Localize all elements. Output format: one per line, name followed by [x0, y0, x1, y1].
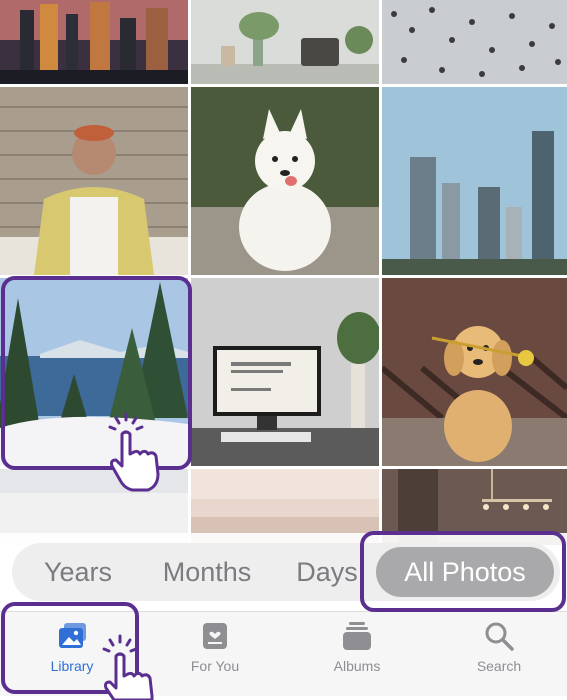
- photo-thumbnail-city-skyline-dusk[interactable]: [0, 0, 188, 84]
- photo-thumbnail-desk-monitor[interactable]: [191, 278, 379, 466]
- albums-stack-icon: [341, 620, 373, 652]
- photo-thumbnail-crowd-aerial[interactable]: [382, 0, 567, 84]
- pointing-hand-icon: [108, 412, 160, 492]
- tab-albums-label: Albums: [333, 658, 381, 674]
- photo-thumbnail-portrait-woman[interactable]: [0, 87, 188, 275]
- tab-for-you[interactable]: For You: [155, 612, 275, 696]
- photo-thumbnail-golden-retriever[interactable]: [382, 278, 567, 466]
- segment-all-photos[interactable]: All Photos: [376, 547, 554, 597]
- view-segmented-control: Years Months Days All Photos: [12, 543, 560, 601]
- photo-grid: [0, 0, 567, 545]
- segment-months[interactable]: Months: [148, 543, 266, 601]
- for-you-card-icon: [199, 620, 231, 652]
- photo-stack-icon: [56, 620, 88, 652]
- photo-thumbnail-white-dog[interactable]: [191, 87, 379, 275]
- magnifier-icon: [483, 620, 515, 652]
- tab-for-you-label: For You: [190, 658, 240, 674]
- tab-albums[interactable]: Albums: [297, 612, 417, 696]
- photo-thumbnail-desk-speaker[interactable]: [191, 0, 379, 84]
- view-switcher-bar: Years Months Days All Photos: [0, 533, 567, 611]
- pointing-hand-icon: [102, 634, 154, 700]
- tab-bar: Library For You Albums Search: [0, 611, 567, 696]
- segment-days[interactable]: Days: [282, 543, 372, 601]
- segment-years[interactable]: Years: [26, 543, 130, 601]
- photo-thumbnail-skyscrapers[interactable]: [382, 87, 567, 275]
- tab-search[interactable]: Search: [439, 612, 559, 696]
- tab-search-label: Search: [476, 658, 522, 674]
